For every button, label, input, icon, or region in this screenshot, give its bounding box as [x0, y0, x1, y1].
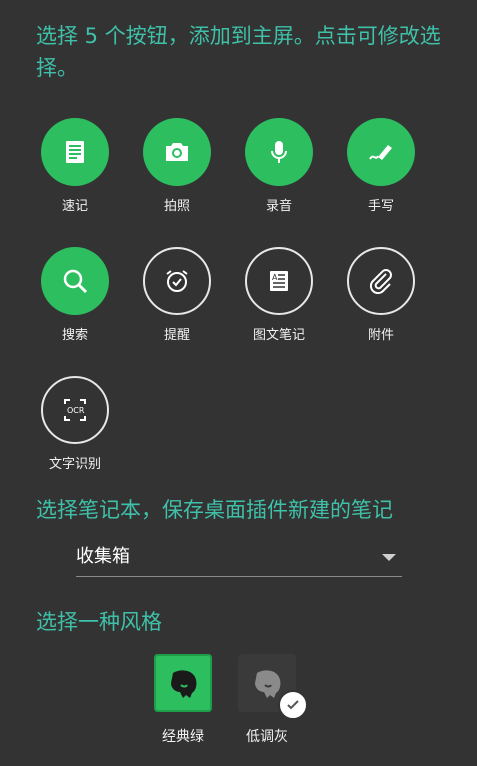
button-label: 搜索: [61, 328, 88, 343]
alarm-clock-icon: [143, 247, 211, 315]
text-image-note-icon: A: [245, 247, 313, 315]
button-label: 图文笔记: [252, 328, 305, 343]
ocr-icon: OCR: [41, 376, 109, 444]
svg-text:OCR: OCR: [67, 406, 85, 415]
button-label: 提醒: [163, 328, 190, 343]
button-label: 附件: [367, 328, 394, 343]
svg-text:A: A: [272, 273, 278, 282]
elephant-logo-icon: [154, 654, 212, 712]
notebook-section-title: 选择笔记本，保存桌面插件新建的笔记: [36, 498, 393, 522]
button-camera[interactable]: 拍照: [125, 118, 229, 214]
camera-icon: [143, 118, 211, 186]
button-label: 文字识别: [48, 457, 101, 472]
instruction-text: 选择 5 个按钮，添加到主屏。点击可修改选择。: [36, 24, 441, 80]
notebook-selected-value: 收集箱: [76, 546, 130, 567]
button-label: 录音: [265, 199, 292, 214]
button-label: 速记: [61, 199, 88, 214]
chevron-down-icon: [382, 554, 396, 561]
button-ocr[interactable]: OCR 文字识别: [23, 376, 127, 472]
button-text-image-note[interactable]: A 图文笔记: [227, 247, 331, 343]
button-handwriting[interactable]: 手写: [329, 118, 433, 214]
search-icon: [41, 247, 109, 315]
notebook-select[interactable]: 收集箱: [76, 540, 402, 577]
button-record[interactable]: 录音: [227, 118, 331, 214]
button-reminder[interactable]: 提醒: [125, 247, 229, 343]
style-option-low-gray[interactable]: 低调灰: [227, 654, 308, 746]
paperclip-icon: [347, 247, 415, 315]
button-search[interactable]: 搜索: [23, 247, 127, 343]
checkmark-icon: [278, 690, 308, 720]
style-section-title: 选择一种风格: [36, 610, 162, 634]
microphone-icon: [245, 118, 313, 186]
button-quick-note[interactable]: 速记: [23, 118, 127, 214]
elephant-logo-icon: [238, 654, 308, 720]
button-label: 拍照: [163, 199, 190, 214]
style-option-label: 低调灰: [246, 729, 288, 745]
button-label: 手写: [367, 199, 394, 214]
style-option-label: 经典绿: [162, 729, 204, 745]
button-attachment[interactable]: 附件: [329, 247, 433, 343]
note-icon: [41, 118, 109, 186]
style-option-classic-green[interactable]: 经典绿: [143, 654, 223, 746]
handwriting-icon: [347, 118, 415, 186]
